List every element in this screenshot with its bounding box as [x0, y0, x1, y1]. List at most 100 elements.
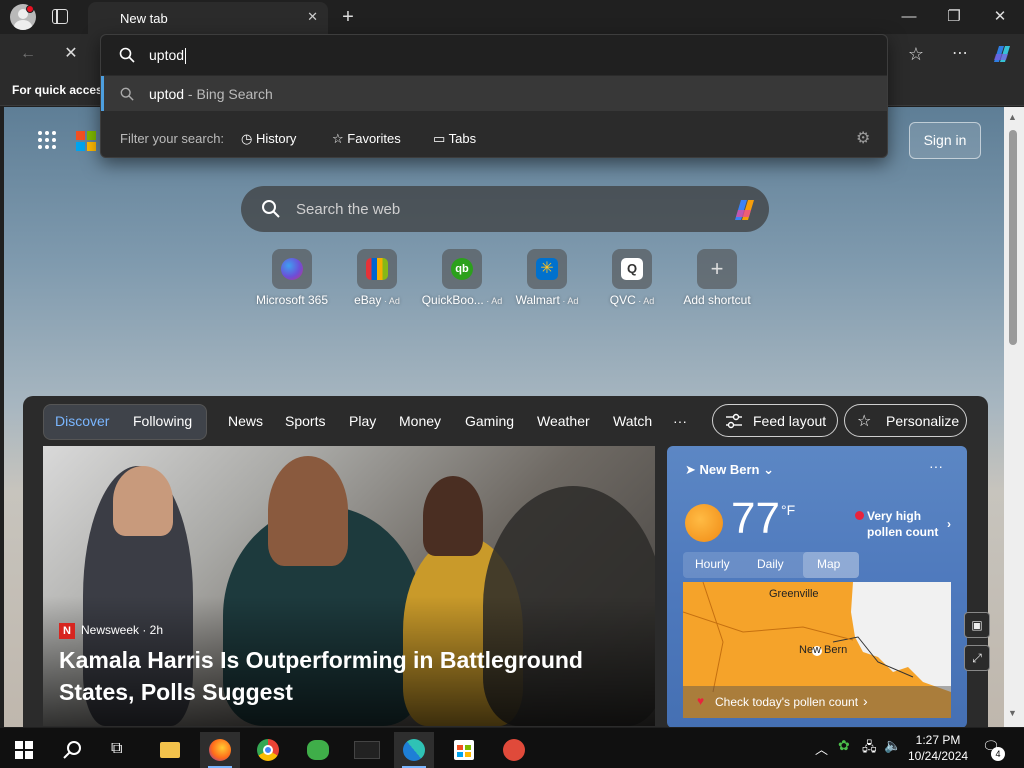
shortcut-walmart[interactable]: ✳ Walmart · Ad: [502, 249, 592, 307]
new-tab-button[interactable]: +: [337, 6, 359, 28]
nav-gaming[interactable]: Gaming: [465, 413, 514, 429]
feed-layout-button[interactable]: Feed layout: [712, 404, 838, 437]
filter-label: Filter your search:: [120, 131, 225, 146]
shortcut-ebay[interactable]: eBay · Ad: [332, 249, 422, 307]
shortcut-label: QuickBoo...: [421, 293, 484, 307]
close-window-button[interactable]: ✕: [989, 6, 1011, 28]
clock-time: 1:27 PM: [915, 733, 961, 747]
task-view-icon: ⧉: [111, 740, 123, 757]
background-image-icon[interactable]: ▣: [964, 612, 990, 638]
weather-location[interactable]: ➤ New Bern ⌄: [685, 462, 774, 478]
scroll-down-icon[interactable]: ▼: [1008, 708, 1017, 718]
sunny-icon: [685, 504, 723, 542]
sparkle-star-icon: ☆: [857, 413, 872, 430]
copilot-icon[interactable]: [988, 40, 1016, 68]
tab-hourly[interactable]: Hourly: [695, 557, 730, 571]
article-headline[interactable]: Kamala Harris Is Outperforming in Battle…: [59, 644, 619, 708]
chevron-right-icon: ›: [863, 693, 868, 709]
search-suggestion[interactable]: uptod - Bing Search: [101, 76, 887, 111]
windows-logo-icon: [15, 741, 33, 759]
search-icon: [119, 47, 135, 63]
address-bar[interactable]: uptod: [101, 35, 887, 75]
settings-more-icon[interactable]: ⋯: [948, 42, 972, 66]
tab-actions-icon[interactable]: [52, 9, 68, 24]
nav-money[interactable]: Money: [399, 413, 441, 429]
store-icon: [454, 740, 474, 760]
hero-article-card[interactable]: N Newsweek · 2h Kamala Harris Is Outperfo…: [43, 446, 655, 726]
web-search-box[interactable]: Search the web: [241, 186, 769, 232]
apps-launcher-icon[interactable]: [38, 131, 58, 151]
tab-map[interactable]: Map: [817, 557, 840, 571]
search-taskbar-button[interactable]: [52, 732, 92, 768]
shortcut-quickbooks[interactable]: qb QuickBoo... · Ad: [417, 249, 507, 307]
maximize-button[interactable]: ❐: [943, 6, 965, 28]
gear-icon[interactable]: ⚙: [856, 128, 870, 148]
filter-tabs[interactable]: ▭ Tabs: [433, 131, 476, 147]
article-source: N Newsweek · 2h: [59, 623, 163, 639]
personalize-button[interactable]: ☆ Personalize: [844, 404, 967, 437]
network-icon[interactable]: 🖧: [862, 738, 877, 760]
filter-history[interactable]: ◷ History: [241, 131, 296, 147]
pollen-cta[interactable]: ♥ Check today's pollen count ›: [683, 686, 951, 718]
scrollbar-thumb[interactable]: [1009, 130, 1017, 345]
volume-icon[interactable]: 🔈: [884, 737, 901, 754]
nav-play[interactable]: Play: [349, 413, 376, 429]
tab-discover[interactable]: Discover: [55, 413, 109, 429]
notifications-button[interactable]: 🗨 4: [982, 738, 1005, 761]
map-city-label: Greenville: [769, 588, 819, 600]
shortcut-label: Microsoft 365: [255, 293, 329, 307]
nav-watch[interactable]: Watch: [613, 413, 652, 429]
stop-loading-button[interactable]: ✕: [59, 42, 83, 66]
tab-new-tab[interactable]: New tab ✕: [88, 2, 328, 34]
taskbar-store[interactable]: [444, 732, 484, 768]
taskbar-file-explorer[interactable]: [150, 732, 190, 768]
nav-weather[interactable]: Weather: [537, 413, 590, 429]
more-nav-icon[interactable]: ···: [673, 413, 687, 429]
taskbar-clock[interactable]: 1:27 PM 10/24/2024: [908, 732, 968, 764]
start-button[interactable]: [4, 732, 44, 768]
heart-icon: ♥: [697, 694, 705, 708]
nav-sports[interactable]: Sports: [285, 413, 325, 429]
shortcut-qvc[interactable]: Q QVC · Ad: [587, 249, 677, 307]
temperature-unit[interactable]: °F: [781, 502, 795, 518]
chevron-up-icon[interactable]: ︿: [815, 739, 828, 758]
notification-count: 4: [991, 747, 1005, 761]
history-icon: ◷: [241, 131, 256, 146]
weather-card[interactable]: ➤ New Bern ⌄ ··· 77 °F Very high pollen …: [667, 446, 967, 727]
minimize-button[interactable]: —: [898, 6, 920, 28]
task-view-button[interactable]: ⧉: [100, 732, 140, 768]
favorites-icon[interactable]: ☆: [904, 42, 928, 66]
taskbar-app-red[interactable]: [494, 732, 534, 768]
taskbar-app-dark[interactable]: [346, 732, 386, 768]
red-app-icon: [503, 739, 525, 761]
taskbar-firefox[interactable]: [200, 732, 240, 768]
taskbar-edge[interactable]: [394, 732, 434, 768]
nav-news[interactable]: News: [228, 413, 263, 429]
tab-close-icon[interactable]: ✕: [307, 9, 318, 25]
filter-favorites[interactable]: ☆ Favorites: [332, 131, 401, 147]
firefox-icon: [209, 739, 231, 761]
shortcut-microsoft-365[interactable]: Microsoft 365: [247, 249, 337, 307]
taskbar-app-green[interactable]: [298, 732, 338, 768]
tab-daily[interactable]: Daily: [757, 557, 784, 571]
back-button[interactable]: ←: [16, 42, 40, 66]
sign-in-button[interactable]: Sign in: [909, 122, 981, 159]
sliders-icon: [726, 413, 742, 429]
add-shortcut-button[interactable]: + Add shortcut: [672, 249, 762, 307]
personalize-label: Personalize: [886, 413, 960, 429]
map-city-label: New Bern: [799, 644, 848, 656]
tray-app-icon[interactable]: ✿: [838, 737, 850, 754]
weather-more-icon[interactable]: ···: [929, 458, 943, 474]
favorites-bar-text: For quick access: [12, 83, 110, 97]
pollen-alert[interactable]: Very high pollen count ›: [855, 508, 957, 540]
taskbar-chrome[interactable]: [248, 732, 288, 768]
tab-following[interactable]: Following: [133, 413, 192, 429]
scroll-up-icon[interactable]: ▲: [1008, 112, 1017, 122]
hero-figure: [423, 476, 483, 556]
filter-favorites-label: Favorites: [347, 131, 401, 146]
expand-icon[interactable]: ⤢: [964, 645, 990, 671]
quickbooks-icon: qb: [451, 258, 473, 280]
pollen-map[interactable]: Greenville New Bern ♥ Check today's poll…: [683, 582, 951, 718]
search-icon: [120, 87, 134, 101]
copilot-search-icon[interactable]: [729, 196, 759, 224]
